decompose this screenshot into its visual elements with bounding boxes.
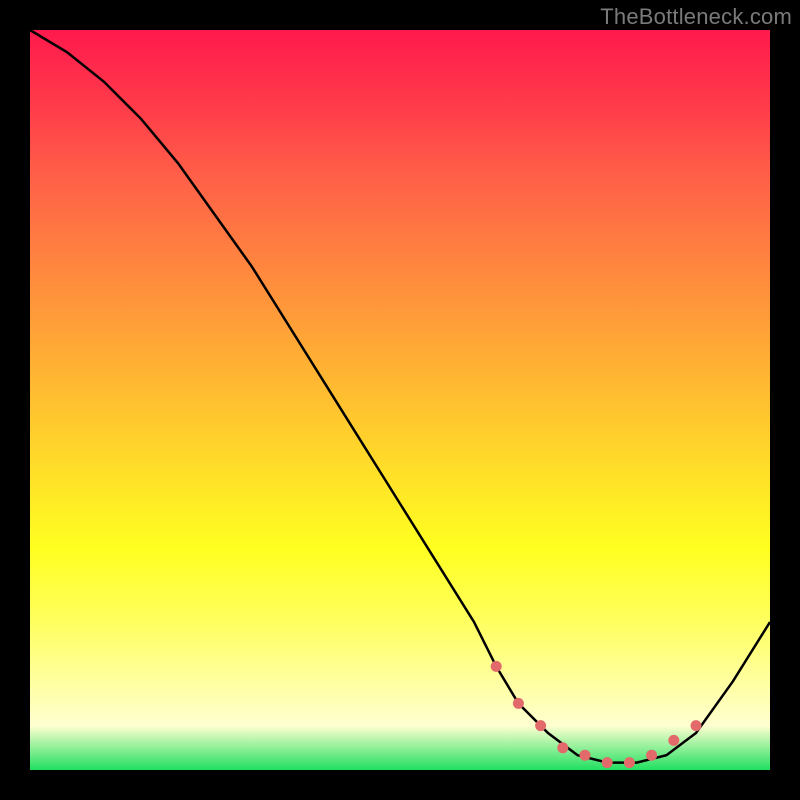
marker-dot xyxy=(691,720,702,731)
plot-area xyxy=(30,30,770,770)
marker-dot xyxy=(513,698,524,709)
marker-dot xyxy=(646,750,657,761)
chart-svg xyxy=(30,30,770,770)
marker-dot xyxy=(535,720,546,731)
marker-dot xyxy=(624,757,635,768)
marker-dot xyxy=(491,661,502,672)
watermark-text: TheBottleneck.com xyxy=(600,4,792,30)
marker-dot xyxy=(602,757,613,768)
marker-dot xyxy=(580,750,591,761)
chart-frame: TheBottleneck.com xyxy=(0,0,800,800)
bottleneck-curve xyxy=(30,30,770,763)
marker-dot xyxy=(668,735,679,746)
marker-dot xyxy=(557,742,568,753)
